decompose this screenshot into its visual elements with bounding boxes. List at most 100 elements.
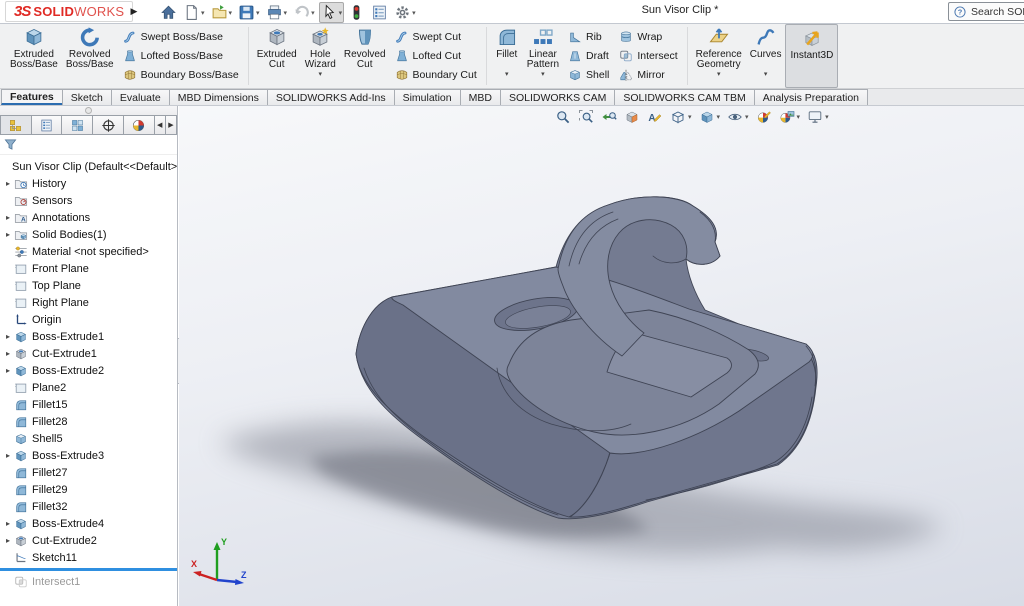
tree-item-boss-extrude1[interactable]: ▸Boss-Extrude1 — [0, 328, 177, 345]
expand-arrow-icon[interactable]: ▸ — [2, 332, 14, 341]
swept-cut-button[interactable]: Swept Cut — [392, 29, 480, 46]
view-settings-button[interactable]: ▾ — [807, 109, 829, 125]
model-3d-sun-visor-clip[interactable]: X Y Z — [179, 106, 1024, 606]
dropdown-arrow-icon[interactable]: ▾ — [284, 9, 288, 17]
search-box[interactable]: Search SOLIDW — [948, 2, 1024, 21]
panel-tab-configurationmanager[interactable] — [61, 115, 93, 135]
tree-item-history[interactable]: ▸History — [0, 175, 177, 192]
tree-item-annotations[interactable]: ▸Annotations — [0, 209, 177, 226]
edit-appearance-button[interactable] — [756, 109, 772, 125]
dropdown-arrow-icon[interactable]: ▾ — [339, 9, 343, 17]
tree-item-front-plane[interactable]: Front Plane — [0, 260, 177, 277]
rollback-bar[interactable] — [0, 568, 177, 571]
tree-item-solid-bodies-1[interactable]: ▸Solid Bodies(1) — [0, 226, 177, 243]
view-orientation-button[interactable]: ▾ — [670, 109, 692, 125]
revolved-boss-base-button[interactable]: RevolvedBoss/Base — [62, 24, 118, 88]
dropdown-arrow-icon[interactable]: ▾ — [717, 113, 721, 121]
revolved-cut-button[interactable]: RevolvedCut — [340, 24, 390, 88]
swept-boss-base-button[interactable]: Swept Boss/Base — [120, 29, 242, 46]
traffic-light-button[interactable] — [346, 2, 367, 23]
tree-root-item[interactable]: Sun Visor Clip (Default<<Default> — [0, 158, 177, 175]
tree-item-fillet27[interactable]: Fillet27 — [0, 464, 177, 481]
tree-item-boss-extrude3[interactable]: ▸Boss-Extrude3 — [0, 447, 177, 464]
select-button[interactable]: ▾ — [319, 2, 345, 23]
ribbon-tab-solidworks-cam[interactable]: SOLIDWORKS CAM — [500, 89, 615, 105]
dynamic-annotation-views-button[interactable] — [647, 109, 663, 125]
dropdown-arrow-icon[interactable]: ▾ — [541, 71, 545, 79]
tree-item-cut-extrude2[interactable]: ▸Cut-Extrude2 — [0, 532, 177, 549]
solidworks-logo[interactable]: 3S SOLIDWORKS — [5, 1, 133, 22]
extruded-boss-base-button[interactable]: ExtrudedBoss/Base — [6, 24, 62, 88]
ribbon-tab-mbd-dimensions[interactable]: MBD Dimensions — [169, 89, 268, 105]
boundary-boss-base-button[interactable]: Boundary Boss/Base — [120, 67, 242, 84]
tree-item-right-plane[interactable]: Right Plane — [0, 294, 177, 311]
ribbon-tab-solidworks-add-ins[interactable]: SOLIDWORKS Add-Ins — [267, 89, 395, 105]
tree-item-intersect1[interactable]: Intersect1 — [0, 573, 177, 590]
intersect-button[interactable]: Intersect — [616, 48, 680, 65]
boundary-cut-button[interactable]: Boundary Cut — [392, 67, 480, 84]
tree-item-boss-extrude4[interactable]: ▸Boss-Extrude4 — [0, 515, 177, 532]
zoom-to-area-button[interactable] — [578, 109, 594, 125]
ribbon-tab-solidworks-cam-tbm[interactable]: SOLIDWORKS CAM TBM — [614, 89, 754, 105]
extruded-cut-button[interactable]: ExtrudedCut — [253, 24, 301, 88]
hole-wizard-button[interactable]: HoleWizard ▾ — [301, 24, 340, 88]
lofted-cut-button[interactable]: Lofted Cut — [392, 48, 480, 65]
panel-splitter-handle[interactable] — [0, 106, 177, 115]
dropdown-arrow-icon[interactable]: ▾ — [797, 113, 801, 121]
tree-item-sketch11[interactable]: Sketch11 — [0, 549, 177, 566]
instant3d-button[interactable]: Instant3D — [785, 24, 838, 88]
dropdown-arrow-icon[interactable]: ▾ — [229, 9, 233, 17]
options-button[interactable]: ▾ — [392, 2, 418, 23]
tree-item-origin[interactable]: Origin — [0, 311, 177, 328]
dropdown-arrow-icon[interactable]: ▾ — [201, 9, 205, 17]
save-button[interactable]: ▾ — [236, 2, 262, 23]
tree-item-fillet32[interactable]: Fillet32 — [0, 498, 177, 515]
print-button[interactable]: ▾ — [264, 2, 290, 23]
new-document-button[interactable]: ▾ — [181, 2, 207, 23]
panel-tabs-scroll-right[interactable]: ▶ — [165, 115, 177, 135]
rib-button[interactable]: Rib — [565, 29, 612, 46]
ribbon-tab-mbd[interactable]: MBD — [460, 89, 501, 105]
curves-button[interactable]: Curves ▾ — [746, 24, 786, 88]
expand-arrow-icon[interactable]: ▸ — [2, 519, 14, 528]
ribbon-tab-simulation[interactable]: Simulation — [394, 89, 461, 105]
home-button[interactable] — [158, 2, 179, 23]
linear-pattern-button[interactable]: LinearPattern ▾ — [523, 24, 563, 88]
expand-arrow-icon[interactable]: ▸ — [2, 179, 14, 188]
expand-arrow-icon[interactable]: ▸ — [2, 451, 14, 460]
graphics-area[interactable]: X Y Z ▾ ▾ ▾ ▾ ▾ — [179, 106, 1024, 606]
dropdown-arrow-icon[interactable]: ▾ — [256, 9, 260, 17]
draft-button[interactable]: Draft — [565, 48, 612, 65]
file-properties-button[interactable] — [369, 2, 390, 23]
tree-item-material-not-specified[interactable]: Material <not specified> — [0, 243, 177, 260]
ribbon-tab-sketch[interactable]: Sketch — [62, 89, 112, 105]
logo-flyout-arrow-icon[interactable]: ▶ — [128, 3, 140, 19]
mirror-button[interactable]: Mirror — [616, 67, 680, 84]
display-style-button[interactable]: ▾ — [699, 109, 721, 125]
hide-show-items-button[interactable]: ▾ — [727, 109, 749, 125]
dropdown-arrow-icon[interactable]: ▾ — [825, 113, 829, 121]
dropdown-arrow-icon[interactable]: ▾ — [319, 71, 323, 79]
tree-item-fillet28[interactable]: Fillet28 — [0, 413, 177, 430]
tree-filter-row[interactable] — [0, 135, 177, 155]
tree-item-top-plane[interactable]: Top Plane — [0, 277, 177, 294]
expand-arrow-icon[interactable]: ▸ — [2, 213, 14, 222]
ribbon-tab-analysis-preparation[interactable]: Analysis Preparation — [754, 89, 868, 105]
ribbon-tab-evaluate[interactable]: Evaluate — [111, 89, 170, 105]
tree-item-plane2[interactable]: Plane2 — [0, 379, 177, 396]
apply-scene-button[interactable]: ▾ — [779, 109, 801, 125]
tree-item-cut-extrude1[interactable]: ▸Cut-Extrude1 — [0, 345, 177, 362]
panel-tab-featuremanager[interactable] — [0, 115, 32, 135]
section-view-button[interactable] — [624, 109, 640, 125]
expand-arrow-icon[interactable]: ▸ — [2, 366, 14, 375]
wrap-button[interactable]: Wrap — [616, 29, 680, 46]
tree-item-sensors[interactable]: Sensors — [0, 192, 177, 209]
dropdown-arrow-icon[interactable]: ▾ — [412, 9, 416, 17]
reference-geometry-button[interactable]: ReferenceGeometry ▾ — [692, 24, 746, 88]
tree-item-fillet29[interactable]: Fillet29 — [0, 481, 177, 498]
previous-view-button[interactable] — [601, 109, 617, 125]
tree-item-fillet15[interactable]: Fillet15 — [0, 396, 177, 413]
zoom-to-fit-button[interactable] — [555, 109, 571, 125]
expand-arrow-icon[interactable]: ▸ — [2, 349, 14, 358]
dropdown-arrow-icon[interactable]: ▾ — [688, 113, 692, 121]
